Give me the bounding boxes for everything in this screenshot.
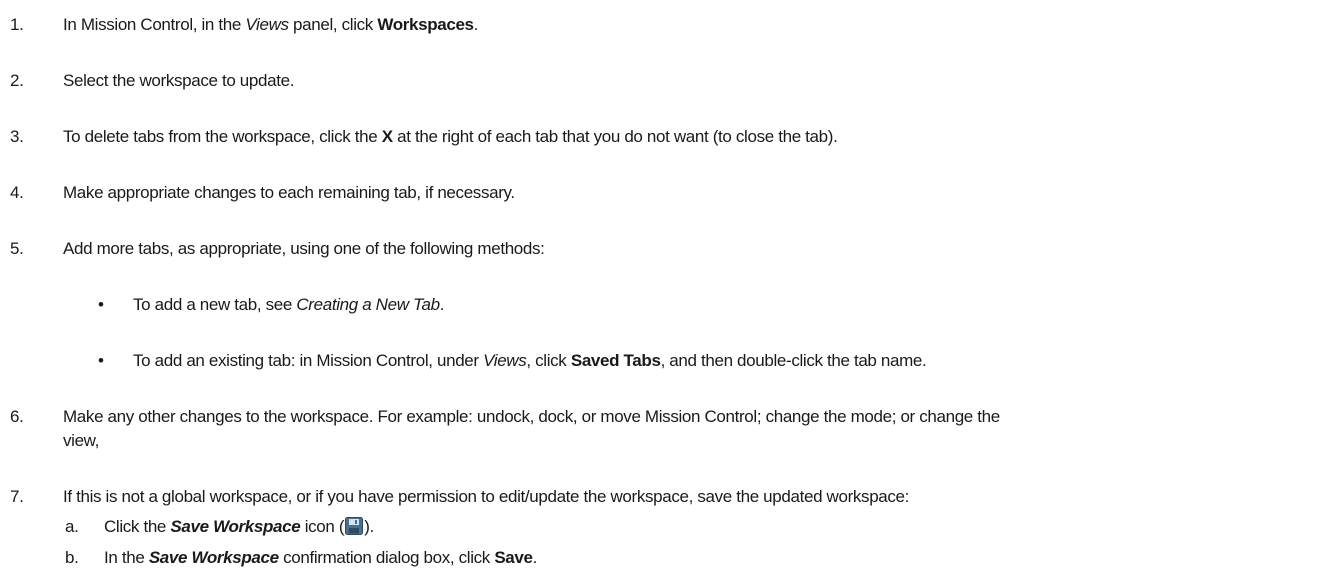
bullet-symbol: •: [98, 295, 104, 314]
step-number: 7.: [10, 487, 24, 506]
step-number: 6.: [10, 407, 24, 426]
text-run: panel, click: [288, 15, 378, 34]
step-text: Make appropriate changes to each remaini…: [63, 183, 515, 202]
bullet-text: To add a new tab, see Creating a New Tab…: [133, 294, 444, 315]
ui-reference-save: Save: [494, 548, 533, 567]
ui-reference-views: Views: [483, 351, 527, 370]
ui-reference-x: X: [381, 127, 393, 146]
save-workspace-icon: [345, 517, 364, 535]
step-text: Make any other changes to the workspace.…: [63, 407, 1000, 426]
step-number: 2.: [10, 71, 24, 90]
text-run: .: [532, 548, 538, 567]
step-text: Select the workspace to update.: [63, 71, 295, 90]
ui-reference-workspaces: Workspaces: [377, 15, 474, 34]
substep-letter: b.: [65, 548, 79, 567]
text-run: In the: [104, 548, 149, 567]
step-text: In Mission Control, in the Views panel, …: [63, 14, 478, 35]
text-run: In Mission Control, in the: [63, 15, 246, 34]
text-run: , and then double-click the tab name.: [660, 351, 927, 370]
text-run: , click: [526, 351, 571, 370]
text-run: .: [439, 295, 445, 314]
step-text: Add more tabs, as appropriate, using one…: [63, 239, 545, 258]
step-number: 5.: [10, 239, 24, 258]
bullet-text: To add an existing tab: in Mission Contr…: [133, 350, 927, 371]
text-run: To delete tabs from the workspace, click…: [63, 127, 382, 146]
ui-reference-saved-tabs: Saved Tabs: [570, 351, 661, 370]
step-text-continuation: view,: [63, 431, 100, 450]
step-text: To delete tabs from the workspace, click…: [63, 126, 838, 147]
step-number: 1.: [10, 15, 24, 34]
ui-reference-save-workspace: Save Workspace: [170, 517, 301, 536]
floppy-disk-icon: [345, 517, 364, 535]
text-run: icon (: [300, 517, 345, 536]
substep-text: In the Save Workspace confirmation dialo…: [104, 547, 537, 568]
cross-reference-link[interactable]: Creating a New Tab: [296, 295, 440, 314]
substep-letter: a.: [65, 517, 79, 536]
step-number: 3.: [10, 127, 24, 146]
step-text: If this is not a global workspace, or if…: [63, 487, 910, 506]
bullet-symbol: •: [98, 351, 104, 370]
text-run: To add an existing tab: in Mission Contr…: [133, 351, 484, 370]
substep-text: Click the Save Workspace icon ( ).: [104, 516, 374, 537]
ui-reference-views: Views: [245, 15, 289, 34]
text-run: confirmation dialog box, click: [278, 548, 495, 567]
document-steps: 1. In Mission Control, in the Views pane…: [0, 0, 1317, 586]
text-run: Click the: [104, 517, 171, 536]
text-run: .: [473, 15, 479, 34]
text-run: ).: [364, 517, 374, 536]
step-number: 4.: [10, 183, 24, 202]
text-run: at the right of each tab that you do not…: [392, 127, 838, 146]
ui-reference-save-workspace: Save Workspace: [148, 548, 279, 567]
text-run: To add a new tab, see: [133, 295, 297, 314]
